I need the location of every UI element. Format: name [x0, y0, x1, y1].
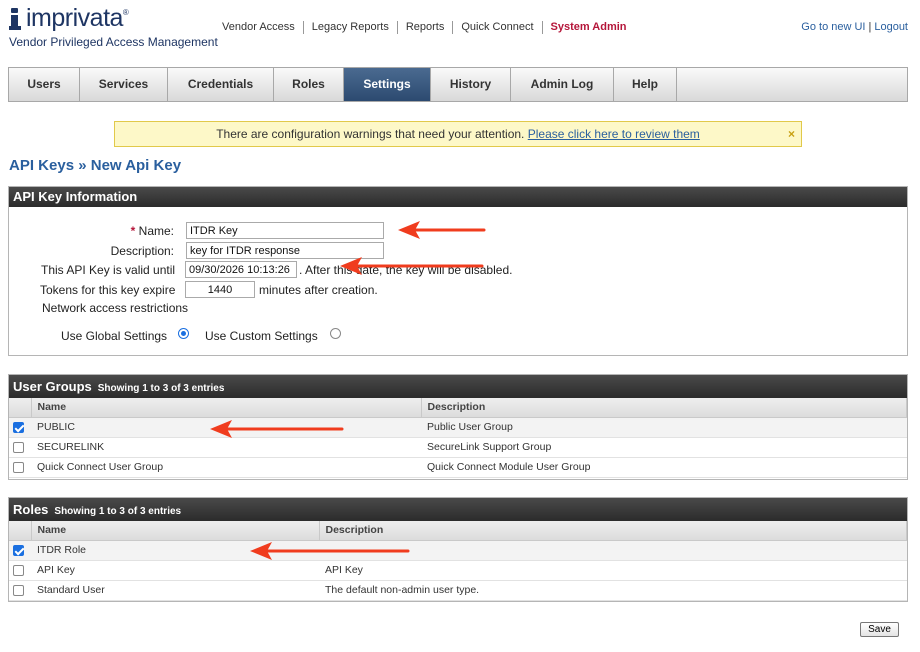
global-settings-radio[interactable]: [178, 328, 189, 339]
row-checkbox[interactable]: [13, 544, 24, 556]
logout-link[interactable]: Logout: [874, 21, 908, 33]
logo-text: imprivata: [26, 4, 123, 32]
table-row[interactable]: Standard User The default non-admin user…: [9, 580, 907, 601]
save-button[interactable]: Save: [860, 622, 899, 637]
breadcrumb-separator: »: [78, 157, 87, 174]
tab-credentials[interactable]: Credentials: [168, 68, 274, 101]
table-row[interactable]: ITDR Role: [9, 540, 907, 561]
annotation-arrow-icon: [398, 221, 486, 239]
group-description: Public User Group: [421, 417, 907, 438]
group-description: SecureLink Support Group: [421, 437, 907, 458]
name-input[interactable]: [186, 222, 384, 239]
review-warnings-link[interactable]: Please click here to review them: [528, 127, 700, 141]
annotation-arrow-icon: [250, 542, 410, 560]
expire-minutes-input[interactable]: [185, 281, 255, 298]
close-icon[interactable]: ×: [788, 122, 795, 146]
logo-mark-icon: [9, 8, 25, 30]
nav-legacy-reports[interactable]: Legacy Reports: [304, 21, 398, 34]
app-header: imprivata® Vendor Privileged Access Mana…: [9, 4, 908, 49]
global-settings-label: Use Global Settings: [61, 329, 168, 343]
tab-history[interactable]: History: [431, 68, 511, 101]
tab-help[interactable]: Help: [614, 68, 677, 101]
row-checkbox[interactable]: [13, 584, 24, 596]
annotation-arrow-icon: [340, 257, 484, 275]
group-name: Quick Connect User Group: [31, 457, 421, 478]
tab-services[interactable]: Services: [80, 68, 168, 101]
description-label: Description:: [110, 244, 174, 258]
group-name: SECURELINK: [31, 437, 421, 458]
nav-quick-connect[interactable]: Quick Connect: [453, 21, 543, 34]
table-row[interactable]: API Key API Key: [9, 560, 907, 581]
breadcrumb-api-keys[interactable]: API Keys: [9, 157, 74, 174]
roles-count: Showing 1 to 3 of 3 entries: [54, 506, 182, 517]
breadcrumb-current: New Api Key: [90, 157, 182, 174]
row-checkbox[interactable]: [13, 461, 24, 473]
roles-panel: Roles Showing 1 to 3 of 3 entries Name De…: [8, 497, 908, 602]
tab-admin-log[interactable]: Admin Log: [511, 68, 614, 101]
user-groups-title: User Groups: [13, 379, 92, 394]
table-row[interactable]: SECURELINK SecureLink Support Group: [9, 437, 907, 458]
top-links: Go to new UI | Logout: [801, 21, 908, 33]
required-mark: *: [130, 224, 136, 238]
api-key-info-title: API Key Information: [9, 187, 907, 207]
go-to-new-ui-link[interactable]: Go to new UI: [801, 21, 865, 33]
row-checkbox[interactable]: [13, 441, 24, 453]
tab-roles[interactable]: Roles: [274, 68, 344, 101]
nav-system-admin[interactable]: System Admin: [543, 21, 635, 34]
breadcrumb: API Keys » New Api Key: [9, 157, 181, 174]
table-row[interactable]: Quick Connect User Group Quick Connect M…: [9, 457, 907, 478]
warning-message: There are configuration warnings that ne…: [216, 127, 525, 141]
config-warning-banner: There are configuration warnings that ne…: [114, 121, 802, 147]
nav-reports[interactable]: Reports: [398, 21, 454, 34]
role-name: Standard User: [31, 580, 319, 601]
expire-label: Tokens for this key expire: [40, 283, 176, 297]
annotation-arrow-icon: [210, 420, 344, 438]
valid-until-label: This API Key is valid until: [41, 263, 176, 277]
nav-vendor-access[interactable]: Vendor Access: [214, 21, 304, 34]
expire-suffix: minutes after creation.: [259, 283, 378, 297]
custom-settings-label: Use Custom Settings: [205, 329, 318, 343]
tab-users[interactable]: Users: [9, 68, 80, 101]
table-row[interactable]: PUBLIC Public User Group: [9, 417, 907, 438]
name-label: * Name:: [130, 224, 174, 238]
role-name: API Key: [31, 560, 319, 581]
col-description[interactable]: Description: [319, 521, 907, 541]
col-name[interactable]: Name: [31, 398, 422, 418]
group-description: Quick Connect Module User Group: [421, 457, 907, 478]
roles-table: Name Description ITDR Role API Key API K…: [9, 521, 907, 601]
link-separator: |: [868, 21, 872, 33]
col-name[interactable]: Name: [31, 521, 320, 541]
top-nav: Vendor Access Legacy Reports Reports Qui…: [214, 21, 635, 34]
role-description: The default non-admin user type.: [319, 580, 907, 601]
valid-until-input[interactable]: [185, 261, 297, 278]
custom-settings-radio[interactable]: [330, 328, 341, 339]
main-tabs: Users Services Credentials Roles Setting…: [8, 67, 908, 102]
user-groups-count: Showing 1 to 3 of 3 entries: [97, 383, 225, 394]
network-restrictions-label: Network access restrictions: [42, 301, 189, 315]
col-description[interactable]: Description: [421, 398, 907, 418]
user-groups-table: Name Description PUBLIC Public User Grou…: [9, 398, 907, 478]
roles-title: Roles: [13, 502, 49, 517]
role-description: API Key: [319, 560, 907, 581]
user-groups-panel: User Groups Showing 1 to 3 of 3 entries N…: [8, 374, 908, 480]
row-checkbox[interactable]: [13, 564, 24, 576]
tab-settings[interactable]: Settings: [344, 68, 431, 101]
row-checkbox[interactable]: [13, 421, 24, 433]
product-tagline: Vendor Privileged Access Management: [9, 35, 218, 49]
